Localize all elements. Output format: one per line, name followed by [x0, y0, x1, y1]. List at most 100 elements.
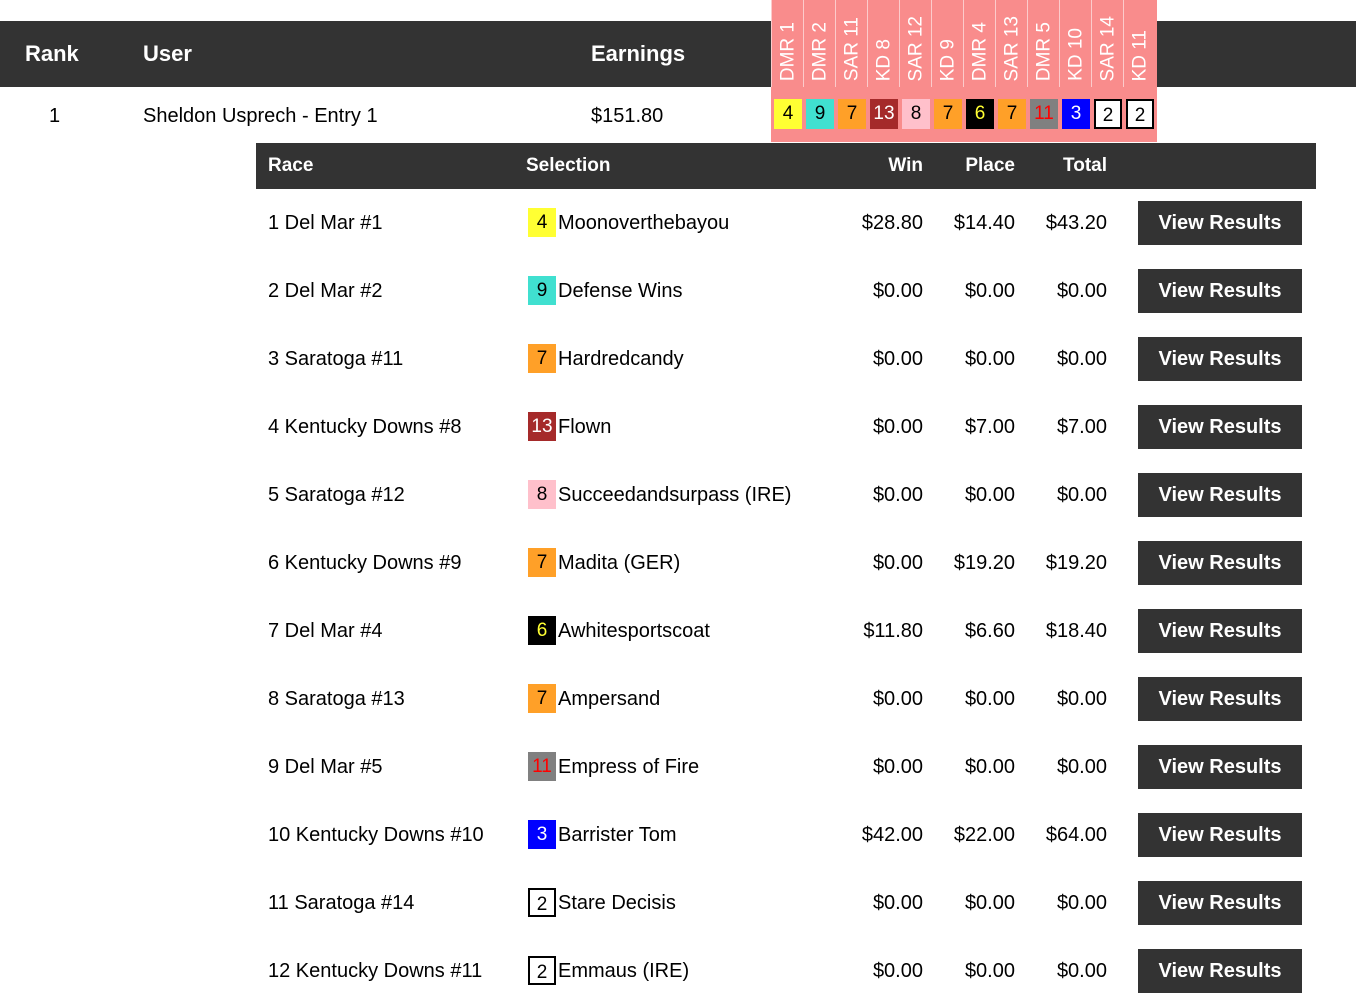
view-results-button[interactable]: View Results: [1138, 541, 1302, 585]
view-results-button[interactable]: View Results: [1138, 881, 1302, 925]
race-result-row: 12 Kentucky Downs #11 2 Emmaus (IRE) $0.00 $…: [256, 937, 1316, 1005]
race-result-row: 8 Saratoga #13 7 Ampersand $0.00 $0.00 $0.00 V…: [256, 665, 1316, 733]
race-name: 10 Kentucky Downs #10: [268, 824, 484, 846]
place-amount: $0.00: [964, 892, 1015, 914]
horse-number-badge: 7: [528, 548, 556, 577]
race-picks-panel: DMR 1 DMR 2 SAR 11 KD 8 SAR 12 KD 9 DMR 4 SAR 1…: [771, 0, 1157, 142]
view-results-button[interactable]: View Results: [1138, 609, 1302, 653]
race-result-row: 1 Del Mar #1 4 Moonoverthebayou $28.80 $14.4…: [256, 189, 1316, 257]
win-column-header: Win: [888, 155, 923, 176]
win-amount: $0.00: [872, 552, 923, 574]
view-results-button[interactable]: View Results: [1138, 405, 1302, 449]
view-results-button[interactable]: View Results: [1138, 949, 1302, 993]
race-column-label: DMR 5: [1033, 21, 1055, 81]
race-column-label: SAR 11: [841, 16, 863, 81]
earnings-column-header: Earnings: [591, 41, 686, 66]
place-column-header: Place: [965, 155, 1015, 176]
race-column-header: KD 9: [931, 0, 964, 87]
race-result-row: 9 Del Mar #5 11 Empress of Fire $0.00 $0.00 $…: [256, 733, 1316, 801]
total-amount: $19.20: [1045, 552, 1107, 574]
race-result-row: 2 Del Mar #2 9 Defense Wins $0.00 $0.00 $0.00…: [256, 257, 1316, 325]
race-column-header: KD 10: [1059, 0, 1092, 87]
total-amount: $0.00: [1056, 960, 1107, 982]
place-amount: $0.00: [964, 688, 1015, 710]
race-column-label: DMR 1: [777, 21, 799, 81]
race-name: 5 Saratoga #12: [268, 484, 405, 506]
race-column-label: SAR 12: [905, 15, 927, 81]
race-column-label: KD 8: [873, 38, 895, 81]
view-results-button[interactable]: View Results: [1138, 337, 1302, 381]
total-amount: $0.00: [1056, 348, 1107, 370]
pick-number-badge: 7: [838, 99, 866, 129]
race-column-label: KD 10: [1065, 28, 1087, 81]
horse-number-badge: 11: [528, 752, 556, 781]
place-amount: $22.00: [953, 824, 1015, 846]
horse-number-badge: 3: [528, 820, 556, 849]
race-column-header: SAR 13: [995, 0, 1028, 87]
place-amount: $0.00: [964, 960, 1015, 982]
total-amount: $0.00: [1056, 892, 1107, 914]
race-column-header: DMR 5: [1027, 0, 1060, 87]
place-amount: $7.00: [964, 416, 1015, 438]
total-amount: $0.00: [1056, 756, 1107, 778]
win-amount: $0.00: [872, 892, 923, 914]
total-amount: $18.40: [1045, 620, 1107, 642]
win-amount: $0.00: [872, 960, 923, 982]
race-result-row: 5 Saratoga #12 8 Succeedandsurpass (IRE) $0…: [256, 461, 1316, 529]
place-amount: $6.60: [964, 620, 1015, 642]
horse-name: Hardredcandy: [558, 348, 684, 370]
race-column-header: DMR 2: [803, 0, 836, 87]
pick-number-badge: 3: [1062, 99, 1090, 129]
view-results-button[interactable]: View Results: [1138, 269, 1302, 313]
view-results-button[interactable]: View Results: [1138, 745, 1302, 789]
race-column-label: KD 9: [937, 38, 959, 81]
view-results-button[interactable]: View Results: [1138, 677, 1302, 721]
pick-number-badge: 11: [1030, 99, 1058, 129]
horse-number-badge: 2: [528, 888, 556, 917]
race-column-label: KD 11: [1129, 29, 1151, 81]
entry-user-name: Sheldon Usprech - Entry 1: [143, 105, 378, 127]
race-name: 11 Saratoga #14: [268, 892, 415, 914]
race-column-label: DMR 4: [969, 21, 991, 81]
view-results-button[interactable]: View Results: [1138, 201, 1302, 245]
race-name: 1 Del Mar #1: [268, 212, 383, 234]
race-name: 7 Del Mar #4: [268, 620, 383, 642]
pick-number-badge: 6: [966, 99, 994, 129]
pick-number-badge: 2: [1126, 99, 1154, 129]
total-amount: $0.00: [1056, 484, 1107, 506]
total-amount: $43.20: [1045, 212, 1107, 234]
horse-name: Succeedandsurpass (IRE): [558, 484, 792, 506]
horse-name: Empress of Fire: [558, 756, 700, 778]
win-amount: $0.00: [872, 416, 923, 438]
race-result-row: 11 Saratoga #14 2 Stare Decisis $0.00 $0.00 $…: [256, 869, 1316, 937]
pick-number-badge: 7: [998, 99, 1026, 129]
view-results-button[interactable]: View Results: [1138, 473, 1302, 517]
win-amount: $0.00: [872, 484, 923, 506]
horse-number-badge: 9: [528, 276, 556, 305]
horse-name: Defense Wins: [558, 280, 683, 302]
race-column-header: KD 8: [867, 0, 900, 87]
total-amount: $0.00: [1056, 280, 1107, 302]
place-amount: $0.00: [964, 484, 1015, 506]
horse-number-badge: 7: [528, 344, 556, 373]
race-name: 4 Kentucky Downs #8: [268, 416, 462, 438]
place-amount: $19.20: [953, 552, 1015, 574]
horse-name: Madita (GER): [558, 552, 681, 574]
pick-number-badge: 13: [870, 99, 898, 129]
entry-rank: 1: [49, 105, 61, 127]
race-result-row: 4 Kentucky Downs #8 13 Flown $0.00 $7.00 $7.0…: [256, 393, 1316, 461]
horse-number-badge: 13: [528, 412, 556, 441]
race-name: 9 Del Mar #5: [268, 756, 383, 778]
entry-earnings: $151.80: [591, 105, 664, 127]
horse-name: Ampersand: [558, 688, 661, 710]
race-column-label: SAR 14: [1097, 15, 1119, 81]
race-name: 2 Del Mar #2: [268, 280, 383, 302]
view-results-button[interactable]: View Results: [1138, 813, 1302, 857]
horse-number-badge: 2: [528, 956, 556, 985]
race-column-header: SAR 14: [1091, 0, 1124, 87]
win-amount: $0.00: [872, 348, 923, 370]
race-column-label: DMR 2: [809, 21, 831, 81]
horse-name: Moonoverthebayou: [558, 212, 730, 234]
race-result-row: 7 Del Mar #4 6 Awhitesportscoat $11.80 $6.60…: [256, 597, 1316, 665]
win-amount: $0.00: [872, 280, 923, 302]
